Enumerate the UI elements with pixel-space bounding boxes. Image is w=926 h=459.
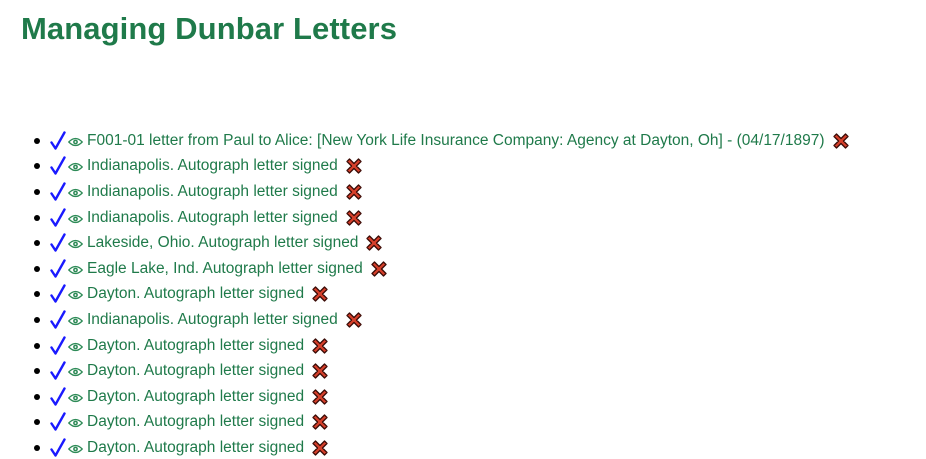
letter-link[interactable]: Dayton. Autograph letter signed: [87, 362, 304, 380]
bullet-icon: [34, 419, 40, 426]
list-item: Dayton. Autograph letter signed: [30, 358, 850, 384]
bullet-icon: [34, 444, 40, 451]
eye-icon[interactable]: [67, 416, 84, 428]
eye-icon[interactable]: [67, 391, 84, 403]
list-item: Indianapolis. Autograph letter signed: [30, 154, 850, 180]
delete-x-icon[interactable]: [345, 157, 363, 175]
bullet-icon: [34, 137, 40, 144]
check-icon[interactable]: [50, 335, 66, 356]
bullet-icon: [34, 316, 40, 323]
delete-x-icon[interactable]: [365, 234, 383, 252]
letter-link[interactable]: Dayton. Autograph letter signed: [87, 337, 304, 355]
list-item: Indianapolis. Autograph letter signed: [30, 205, 850, 231]
eye-icon[interactable]: [67, 212, 84, 224]
letter-link[interactable]: Indianapolis. Autograph letter signed: [87, 183, 338, 201]
bullet-icon: [34, 393, 40, 400]
list-item: Dayton. Autograph letter signed: [30, 282, 850, 308]
check-icon[interactable]: [50, 207, 66, 228]
delete-x-icon[interactable]: [311, 362, 329, 380]
check-icon[interactable]: [50, 131, 66, 151]
check-icon[interactable]: [50, 387, 66, 407]
delete-x-icon[interactable]: [345, 311, 363, 329]
eye-icon[interactable]: [67, 442, 84, 454]
delete-x-icon[interactable]: [832, 132, 850, 150]
eye-icon[interactable]: [67, 288, 84, 300]
letter-list: F001-01 letter from Paul to Alice: [New …: [30, 128, 850, 459]
letter-link[interactable]: Dayton. Autograph letter signed: [87, 388, 304, 406]
delete-x-icon[interactable]: [311, 285, 329, 303]
check-icon[interactable]: [50, 361, 66, 381]
bullet-icon: [34, 265, 40, 272]
check-icon[interactable]: [50, 156, 66, 176]
bullet-icon: [34, 291, 40, 298]
bullet-icon: [34, 214, 40, 221]
list-item: Eagle Lake, Ind. Autograph letter signed: [30, 256, 850, 282]
delete-x-icon[interactable]: [311, 388, 329, 406]
list-item: Indianapolis. Autograph letter signed: [30, 179, 850, 205]
bullet-icon: [34, 188, 40, 195]
letter-link[interactable]: Indianapolis. Autograph letter signed: [87, 209, 338, 227]
eye-icon[interactable]: [67, 314, 84, 326]
letter-link[interactable]: Dayton. Autograph letter signed: [87, 285, 304, 303]
bullet-icon: [34, 240, 40, 247]
check-icon[interactable]: [50, 310, 66, 330]
delete-x-icon[interactable]: [311, 439, 329, 457]
letter-link[interactable]: Dayton. Autograph letter signed: [87, 439, 304, 457]
check-icon[interactable]: [50, 259, 66, 279]
delete-x-icon[interactable]: [311, 413, 329, 431]
bullet-icon: [34, 163, 40, 170]
letter-link[interactable]: Indianapolis. Autograph letter signed: [87, 311, 338, 329]
letter-link[interactable]: Dayton. Autograph letter signed: [87, 413, 304, 431]
letter-link[interactable]: Indianapolis. Autograph letter signed: [87, 157, 338, 175]
list-item: Dayton. Autograph letter signed: [30, 410, 850, 436]
delete-x-icon[interactable]: [345, 209, 363, 227]
delete-x-icon[interactable]: [370, 260, 388, 278]
check-icon[interactable]: [50, 284, 66, 304]
bullet-icon: [34, 368, 40, 375]
list-item: Dayton. Autograph letter signed: [30, 333, 850, 359]
page-title: Managing Dunbar Letters: [21, 11, 398, 46]
check-icon[interactable]: [50, 182, 66, 202]
check-icon[interactable]: [50, 412, 66, 432]
eye-icon[interactable]: [67, 237, 84, 249]
eye-icon[interactable]: [67, 160, 84, 172]
list-item: Lakeside, Ohio. Autograph letter signed: [30, 230, 850, 256]
eye-icon[interactable]: [67, 340, 84, 352]
delete-x-icon[interactable]: [345, 183, 363, 201]
list-item: Dayton. Autograph letter signed: [30, 435, 850, 459]
letter-link[interactable]: Lakeside, Ohio. Autograph letter signed: [87, 234, 358, 252]
eye-icon[interactable]: [67, 365, 84, 377]
eye-icon[interactable]: [67, 186, 84, 198]
list-item: Dayton. Autograph letter signed: [30, 384, 850, 410]
eye-icon[interactable]: [67, 263, 84, 275]
bullet-icon: [34, 342, 40, 349]
check-icon[interactable]: [50, 438, 66, 458]
letter-link[interactable]: Eagle Lake, Ind. Autograph letter signed: [87, 260, 363, 278]
eye-icon[interactable]: [67, 135, 84, 147]
delete-x-icon[interactable]: [311, 337, 329, 355]
list-item: F001-01 letter from Paul to Alice: [New …: [30, 128, 850, 154]
check-icon[interactable]: [50, 233, 66, 253]
letter-link[interactable]: F001-01 letter from Paul to Alice: [New …: [87, 132, 825, 150]
list-item: Indianapolis. Autograph letter signed: [30, 307, 850, 333]
